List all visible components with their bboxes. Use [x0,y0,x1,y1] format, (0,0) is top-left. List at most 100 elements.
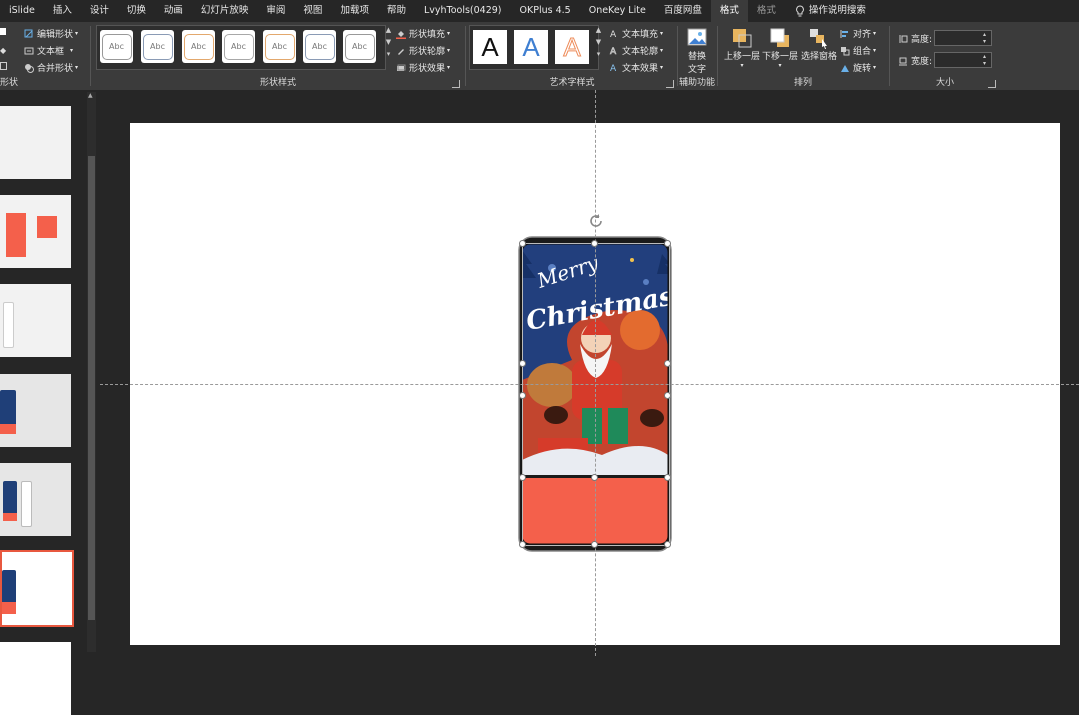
merge-shapes-button[interactable]: 合并形状 ▾ [24,61,78,74]
group-label: 组合 [853,47,872,57]
tab-lvyhtools[interactable]: LvyhTools(0429) [415,0,511,22]
gallery-scroll[interactable]: ▲ ▼ ▾ [384,26,393,58]
tab-format-active[interactable]: 格式 [710,0,748,22]
shape-style-preset-3[interactable]: Abc [182,30,215,63]
tab-addins[interactable]: 加载项 [331,0,378,22]
resize-handle-left-upper[interactable] [519,360,526,367]
group-button[interactable]: 组合 ▾ [840,44,876,57]
tab-insert[interactable]: 插入 [44,0,81,22]
tab-animations[interactable]: 动画 [155,0,192,22]
slide-thumbnail-2[interactable] [0,195,71,268]
wordart-gallery-scroll[interactable]: ▲ ▼ ▾ [594,26,603,58]
resize-handle-left-lower[interactable] [519,474,526,481]
resize-handle-top-left[interactable] [519,240,526,247]
resize-handle-bottom-right[interactable] [664,541,671,548]
preset-text: Abc [344,33,375,60]
text-box-button[interactable]: 文本框 ▾ [24,44,73,57]
pen-icon [398,48,404,55]
resize-handle-top[interactable] [591,240,598,247]
tab-view[interactable]: 视图 [294,0,331,22]
slide-thumbnail-6-selected[interactable] [0,550,74,627]
wordart-preset-blue[interactable]: A [514,30,548,64]
height-label: 高度: [911,35,933,45]
text-effects-button[interactable]: A 文本效果 ▾ [609,61,663,75]
resize-handle-right-lower[interactable] [664,474,671,481]
slide-thumbnail-1[interactable] [0,106,71,179]
selection-pane-button[interactable]: 选择窗格 [800,27,838,62]
scrollbar-thumb[interactable] [88,156,95,620]
size-launcher-icon[interactable] [988,80,996,88]
diamond-icon[interactable]: ◆ [0,46,6,55]
align-button[interactable]: 对齐 ▾ [840,27,876,40]
slide-thumbnail-4[interactable] [0,374,71,447]
thumb-phone [3,302,14,348]
resize-handle-right-upper[interactable] [664,360,671,367]
shape-styles-group: Abc Abc Abc Abc Abc Abc Abc ▲ ▼ ▾ 形状填充 ▾ 形状… [94,22,462,90]
bring-forward-button[interactable]: 上移一层 ▾ [723,27,761,69]
resize-handle-top-right[interactable] [664,240,671,247]
tab-slideshow[interactable]: 幻灯片放映 [192,0,258,22]
rotate-handle-icon[interactable] [587,212,605,230]
thumb-shape [6,213,26,257]
preset-text: Abc [101,33,132,60]
shape-style-preset-6[interactable]: Abc [303,30,336,63]
height-input[interactable] [934,30,992,46]
resize-handle-bottom[interactable] [591,541,598,548]
shape-styles-launcher-icon[interactable] [452,80,460,88]
tab-design[interactable]: 设计 [81,0,118,22]
scroll-up-icon[interactable]: ▲ [596,26,601,34]
square-icon[interactable] [0,62,7,70]
slide-thumbnail-3[interactable] [0,284,71,357]
shape-fill-button[interactable]: 形状填充 ▾ [396,27,450,40]
shape-effects-button[interactable]: 形状效果 ▾ [396,61,450,74]
resize-handle-bottom-left[interactable] [519,541,526,548]
resize-handle-right[interactable] [664,392,671,399]
tab-islide[interactable]: iSlide [0,0,44,22]
shape-style-preset-2[interactable]: Abc [141,30,174,63]
resize-handle-mid[interactable] [591,474,598,481]
text-box-label: 文本框 [37,47,65,57]
shape-style-preset-5[interactable]: Abc [263,30,296,63]
width-input[interactable] [934,52,992,68]
shape-style-preset-1[interactable]: Abc [100,30,133,63]
alt-text-icon [687,28,707,46]
edit-shape-button[interactable]: 编辑形状 ▾ [24,27,78,40]
scroll-up-icon[interactable]: ▲ [386,26,391,34]
width-label-row: 宽度: [898,54,932,67]
more-icon[interactable]: ▾ [387,50,391,58]
slide-thumbnail-7[interactable] [0,642,71,715]
send-backward-button[interactable]: 下移一层 ▾ [761,27,799,69]
more-icon[interactable]: ▾ [597,50,601,58]
tab-review[interactable]: 审阅 [257,0,294,22]
bring-forward-icon [733,29,752,48]
tell-me-search[interactable]: 操作说明搜索 [809,0,875,22]
width-label: 宽度: [911,57,933,67]
scroll-up-icon[interactable]: ▲ [88,92,93,99]
rotate-label: 旋转 [853,64,872,74]
rotate-button[interactable]: 旋转 ▾ [840,61,876,74]
tab-format-picture[interactable]: 格式 [748,0,785,22]
text-outline-button[interactable]: A 文本轮廓 ▾ [609,44,663,57]
scroll-down-icon[interactable]: ▼ [596,38,601,46]
tab-baidu[interactable]: 百度网盘 [655,0,711,22]
tab-okplus[interactable]: OKPlus 4.5 [511,0,580,22]
text-fill-button[interactable]: A 文本填充 ▾ [609,27,663,41]
tab-onekey[interactable]: OneKey Lite [580,0,655,22]
size-group: 高度: 宽度: 大小 [892,22,998,90]
shape-style-preset-7[interactable]: Abc [343,30,376,63]
shape-outline-button[interactable]: 形状轮廓 ▾ [396,44,450,57]
tab-transitions[interactable]: 切换 [118,0,155,22]
send-backward-label: 下移一层 [761,52,798,62]
resize-handle-left[interactable] [519,392,526,399]
shape-style-preset-4[interactable]: Abc [222,30,255,63]
alt-text-button[interactable]: 替换 文字 [682,27,712,75]
tab-help[interactable]: 帮助 [378,0,415,22]
shape-preview-icon[interactable] [0,28,6,35]
thumbnail-scrollbar[interactable]: ▲ [87,92,96,652]
slide-thumbnail-5[interactable] [0,463,71,536]
shape-effects-label: 形状效果 [409,64,446,74]
wordart-preset-black[interactable]: A [473,30,507,64]
wordart-preset-orange-outline[interactable]: A [555,30,589,64]
scroll-down-icon[interactable]: ▼ [386,38,391,46]
accessibility-group-label: 辅助功能 [678,78,715,88]
